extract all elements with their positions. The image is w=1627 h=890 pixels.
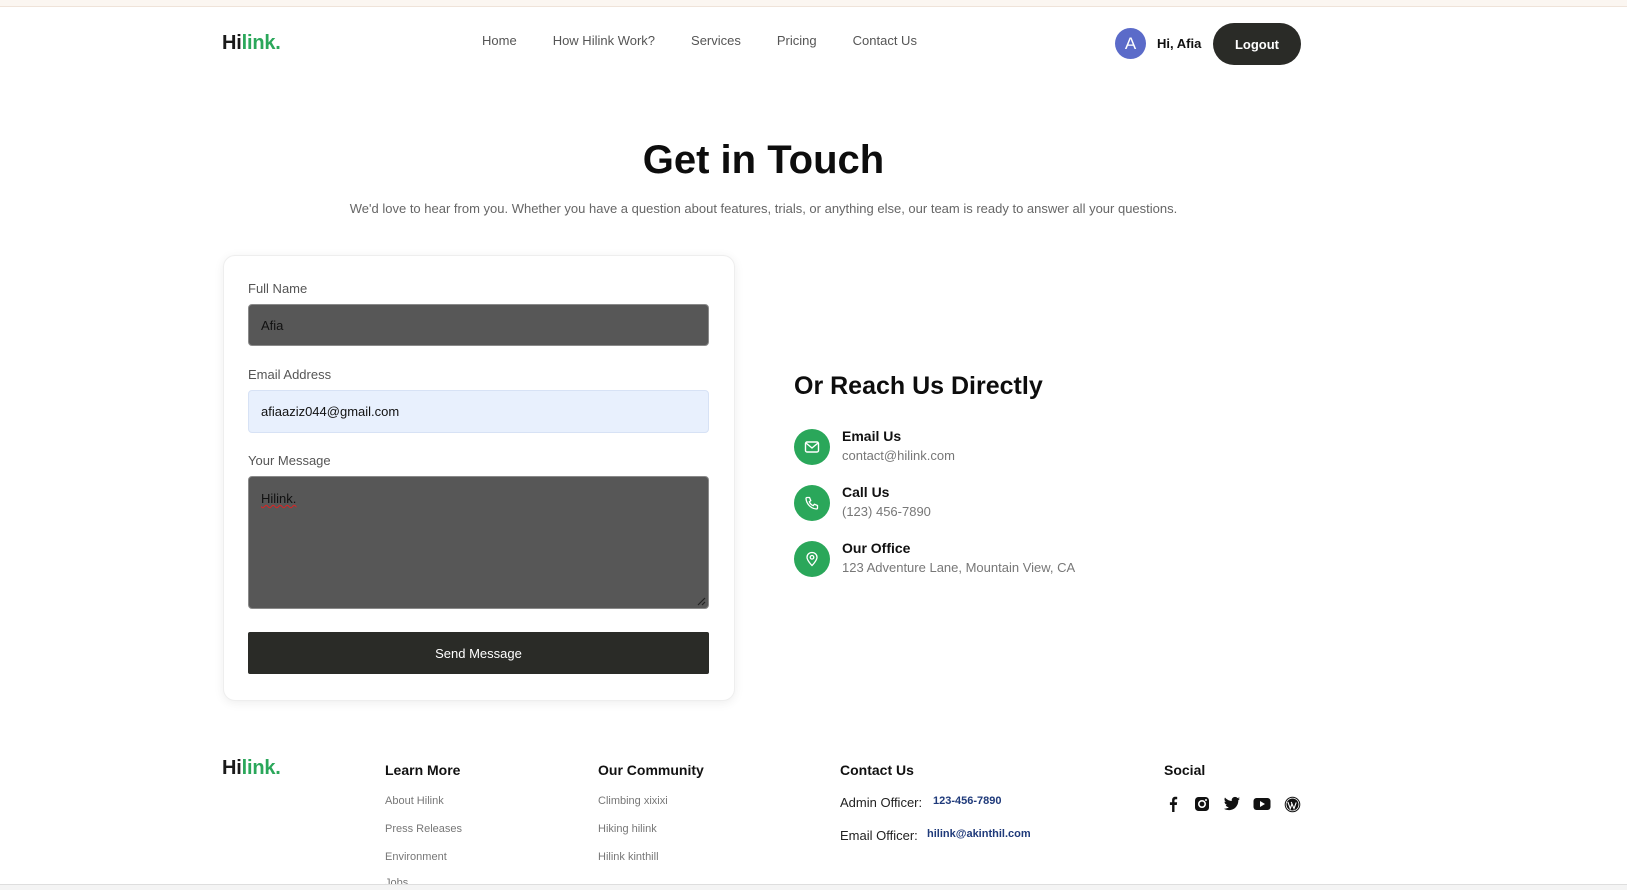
page-subtitle: We'd love to hear from you. Whether you … xyxy=(349,201,1178,216)
message-textarea[interactable]: Hilink. xyxy=(248,476,709,609)
logout-button[interactable]: Logout xyxy=(1213,23,1301,65)
twitter-icon[interactable] xyxy=(1223,795,1241,813)
email-value: afiaaziz044@gmail.com xyxy=(261,404,400,419)
logo-text-green: link. xyxy=(241,32,281,54)
instagram-icon[interactable] xyxy=(1193,795,1211,813)
footer-email-value[interactable]: hilink@akinthil.com xyxy=(927,828,1031,840)
logo-text-dark: Hi xyxy=(222,32,242,54)
contact-email-text[interactable]: contact@hilink.com xyxy=(842,448,955,463)
footer-contact-heading: Contact Us xyxy=(840,762,914,778)
footer-link-kinthill[interactable]: Hilink kinthill xyxy=(598,851,659,863)
avatar-letter: A xyxy=(1124,33,1137,53)
phone-icon xyxy=(794,485,830,521)
main-nav: Home How Hilink Work? Services Pricing C… xyxy=(482,33,953,48)
contact-email-title: Email Us xyxy=(842,428,902,444)
contact-phone-title: Call Us xyxy=(842,484,890,500)
footer-logo-text-green: link. xyxy=(241,757,281,779)
send-message-button[interactable]: Send Message xyxy=(248,632,709,674)
facebook-icon[interactable] xyxy=(1164,795,1182,813)
nav-how-it-works[interactable]: How Hilink Work? xyxy=(553,33,655,48)
nav-pricing[interactable]: Pricing xyxy=(777,33,817,48)
page-title: Get in Touch xyxy=(642,138,885,182)
youtube-icon[interactable] xyxy=(1253,795,1271,813)
user-greeting: Hi, Afia xyxy=(1157,36,1202,51)
bottom-border xyxy=(0,884,1627,890)
message-label: Your Message xyxy=(248,453,331,468)
logo[interactable]: Hilink. xyxy=(222,32,281,55)
contact-office-text: 123 Adventure Lane, Mountain View, CA xyxy=(842,560,1076,575)
full-name-value: Afia xyxy=(261,317,284,333)
footer-logo-text-dark: Hi xyxy=(222,757,242,779)
footer-link-climbing[interactable]: Climbing xixixi xyxy=(598,795,668,807)
resize-handle-icon[interactable] xyxy=(696,596,706,606)
footer-link-press[interactable]: Press Releases xyxy=(385,823,462,835)
contact-phone-text[interactable]: (123) 456-7890 xyxy=(842,504,931,519)
nav-services[interactable]: Services xyxy=(691,33,741,48)
footer-admin-value[interactable]: 123-456-7890 xyxy=(933,795,1002,807)
email-input[interactable]: afiaaziz044@gmail.com xyxy=(248,390,709,433)
footer-email-label: Email Officer: xyxy=(840,828,918,843)
footer-link-environment[interactable]: Environment xyxy=(385,851,447,863)
nav-contact-us[interactable]: Contact Us xyxy=(853,33,917,48)
mail-icon xyxy=(794,429,830,465)
reach-directly-heading: Or Reach Us Directly xyxy=(794,372,1043,400)
email-label: Email Address xyxy=(248,367,332,382)
nav-home[interactable]: Home xyxy=(482,33,517,48)
top-border xyxy=(0,0,1627,7)
footer-admin-label: Admin Officer: xyxy=(840,795,923,810)
footer-community-heading: Our Community xyxy=(598,762,704,778)
full-name-label: Full Name xyxy=(248,281,308,296)
full-name-input[interactable]: Afia xyxy=(248,304,709,346)
contact-office-title: Our Office xyxy=(842,540,911,556)
message-value: Hilink. xyxy=(261,491,297,506)
footer-social-heading: Social xyxy=(1164,762,1206,778)
footer-logo[interactable]: Hilink. xyxy=(222,757,281,780)
wordpress-icon[interactable] xyxy=(1283,795,1301,813)
footer-link-hiking[interactable]: Hiking hilink xyxy=(598,823,657,835)
avatar[interactable]: A xyxy=(1115,28,1146,59)
footer-link-about[interactable]: About Hilink xyxy=(385,795,444,807)
footer-learn-more-heading: Learn More xyxy=(385,762,461,778)
location-pin-icon xyxy=(794,541,830,577)
